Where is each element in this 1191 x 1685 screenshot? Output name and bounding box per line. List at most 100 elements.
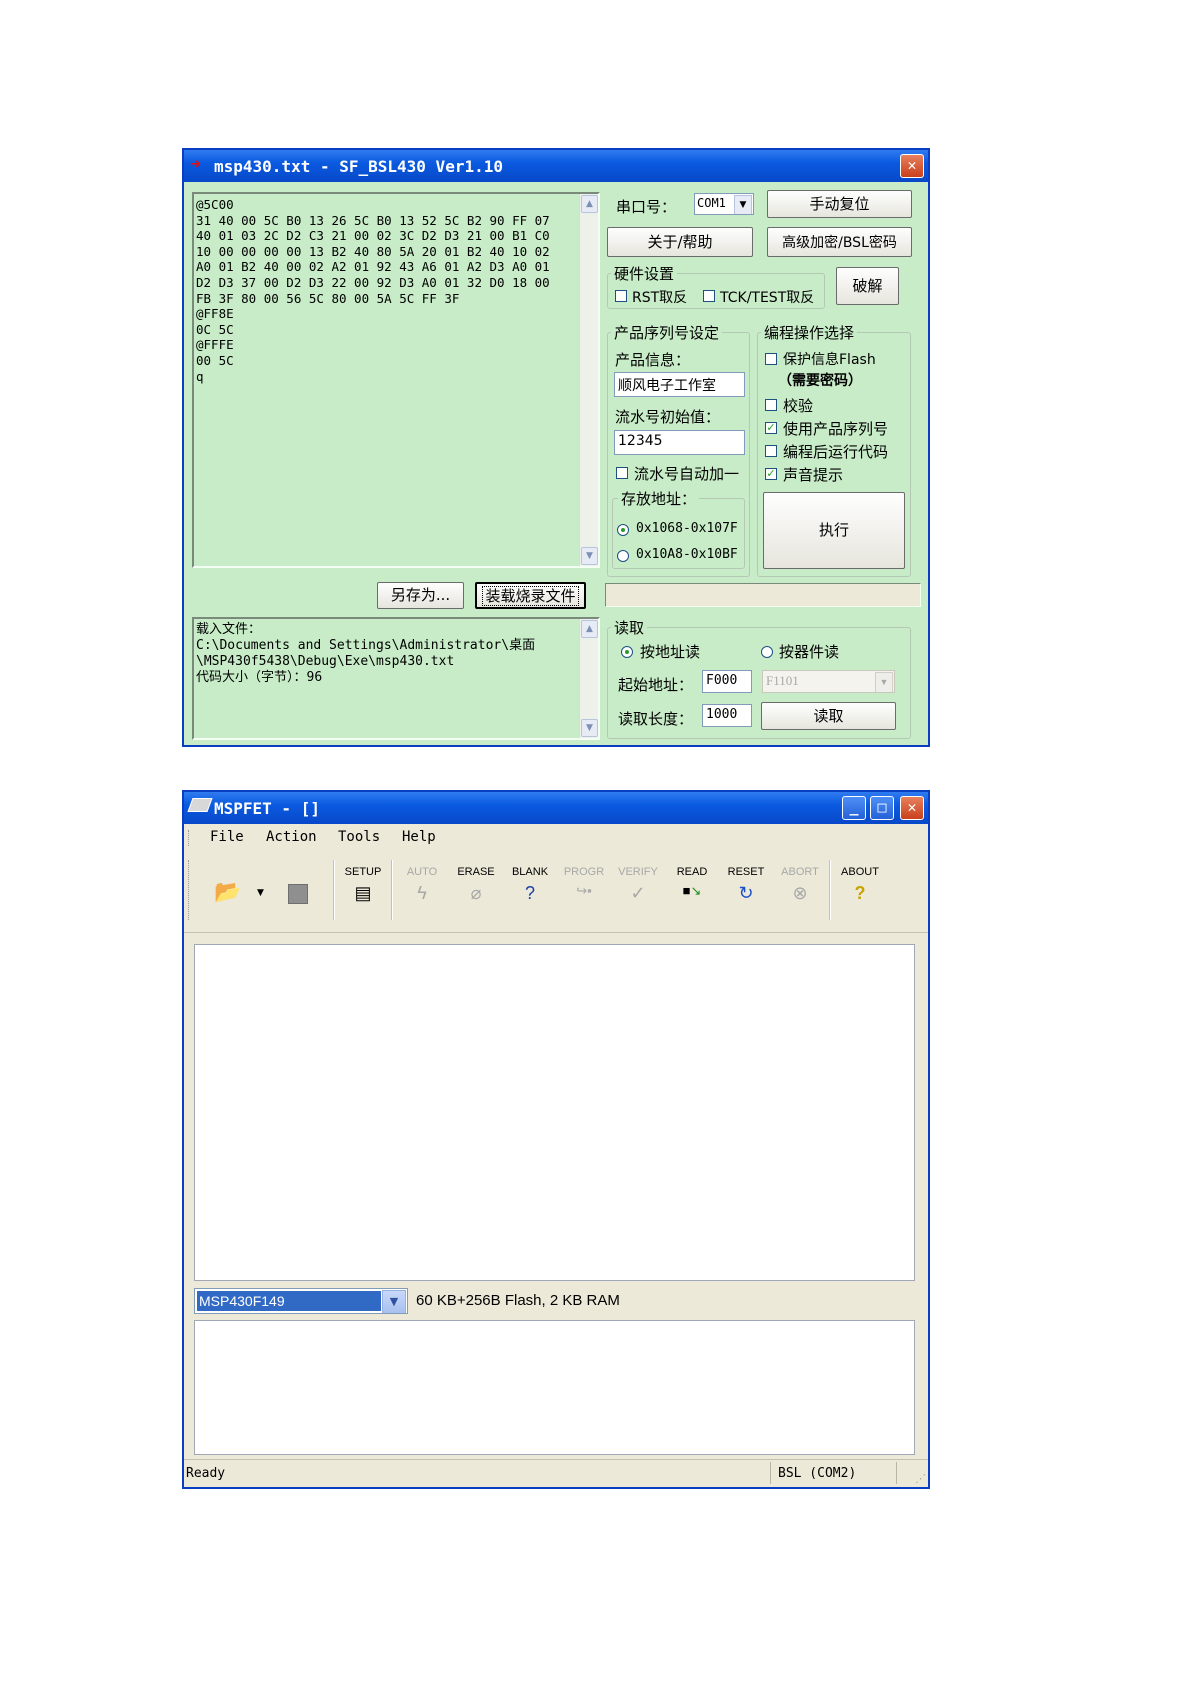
hex-scrollbar[interactable]: ▲ ▼ xyxy=(579,194,598,566)
checkmark-icon: ✓ xyxy=(630,883,646,903)
close-button[interactable]: ✕ xyxy=(900,154,924,178)
toolbar: 📂 ▼ SETUP ▤ AUTO ϟ ERASE ⌀ BLANK ? PROGR… xyxy=(184,852,928,933)
toolbar-separator xyxy=(333,860,335,920)
serial-start-input[interactable]: 12345 xyxy=(614,430,745,455)
maximize-button[interactable]: □ xyxy=(870,796,894,820)
verify-checkbox[interactable] xyxy=(765,399,777,411)
program-icon: ↪▪ xyxy=(576,883,592,898)
save-disk-icon[interactable] xyxy=(288,884,308,904)
toolbar-separator xyxy=(829,860,831,920)
menu-file[interactable]: File xyxy=(210,829,244,845)
hex-line: @FFFE xyxy=(196,337,234,353)
need-password-label: （需要密码） xyxy=(778,373,862,389)
about-help-button[interactable]: 关于/帮助 xyxy=(607,227,753,257)
help-question-icon: ? xyxy=(854,883,866,903)
chevron-down-icon[interactable]: ▼ xyxy=(734,195,752,214)
close-button[interactable]: ✕ xyxy=(900,796,924,820)
resize-grip-icon[interactable]: ⋰ xyxy=(915,1472,926,1485)
about-button[interactable]: ABOUT ? xyxy=(835,852,885,905)
load-file-button[interactable]: 装载烧录文件 xyxy=(475,582,586,609)
hex-line: 0C 5C xyxy=(196,321,234,337)
status-connection: BSL (COM2) xyxy=(778,1466,857,1481)
minimize-button[interactable]: _ xyxy=(842,796,866,820)
menu-action[interactable]: Action xyxy=(266,829,317,845)
menu-tools[interactable]: Tools xyxy=(338,829,380,845)
device-select: F1101 ▼ xyxy=(762,670,895,693)
store-address-legend: 存放地址： xyxy=(618,488,700,509)
menu-help[interactable]: Help xyxy=(402,829,436,845)
status-bar: Ready BSL (COM2) ⋰ xyxy=(184,1459,928,1487)
execute-button[interactable]: 执行 xyxy=(763,492,905,569)
read-by-address-radio[interactable] xyxy=(621,646,633,658)
blank-button[interactable]: BLANK ? xyxy=(505,852,555,905)
port-select[interactable]: COM1 ▼ xyxy=(694,193,754,215)
abort-button[interactable]: ABORT ⊗ xyxy=(775,852,825,905)
scroll-up-icon[interactable]: ▲ xyxy=(581,195,598,213)
advanced-encrypt-button[interactable]: 高级加密/BSL密码 xyxy=(767,227,912,257)
tck-invert-checkbox[interactable] xyxy=(703,290,715,302)
port-label: 串口号： xyxy=(616,198,677,216)
product-info-label: 产品信息： xyxy=(615,351,691,369)
lightning-icon: ϟ xyxy=(417,883,427,903)
save-as-button[interactable]: 另存为... xyxy=(377,582,464,609)
menu-bar: File Action Tools Help xyxy=(184,824,928,852)
log-scrollbar[interactable]: ▲ ▼ xyxy=(579,619,598,738)
read-length-input[interactable]: 1000 xyxy=(702,704,752,727)
setup-button[interactable]: SETUP ▤ xyxy=(338,852,388,905)
status-strip xyxy=(605,583,921,607)
app-arrow-icon: ➜ xyxy=(190,154,201,175)
bsl-titlebar[interactable]: ➜ msp430.txt - SF_BSL430 Ver1.10 ✕ xyxy=(184,150,928,182)
product-info-input[interactable]: 顺风电子工作室 xyxy=(614,372,745,397)
read-button[interactable]: 读取 xyxy=(761,702,896,730)
rst-invert-checkbox[interactable] xyxy=(615,290,627,302)
log-pane[interactable] xyxy=(194,1320,915,1455)
scroll-down-icon[interactable]: ▼ xyxy=(581,547,598,565)
refresh-icon: ↻ xyxy=(738,883,754,903)
sound-checkbox[interactable]: ✓ xyxy=(765,468,777,480)
scroll-up-icon[interactable]: ▲ xyxy=(581,620,598,638)
manual-reset-button[interactable]: 手动复位 xyxy=(767,190,912,218)
mspfet-titlebar[interactable]: MSPFET - [] _ □ ✕ xyxy=(184,792,928,824)
log-line: C:\Documents and Settings\Administrator\… xyxy=(196,638,536,653)
chip-icon xyxy=(187,798,213,812)
status-divider xyxy=(896,1462,897,1484)
crack-button[interactable]: 破解 xyxy=(836,267,899,305)
read-length-label: 读取长度： xyxy=(618,710,694,728)
mspfet-window: MSPFET - [] _ □ ✕ File Action Tools Help… xyxy=(182,790,930,1489)
setup-icon: ▤ xyxy=(354,883,372,903)
program-button[interactable]: PROGR ↪▪ xyxy=(559,852,609,905)
eraser-icon: ⌀ xyxy=(470,883,482,903)
hex-line: 00 5C xyxy=(196,352,234,368)
open-folder-icon[interactable]: 📂 xyxy=(214,880,241,905)
reset-button[interactable]: RESET ↻ xyxy=(721,852,771,905)
address-option-1-radio[interactable] xyxy=(617,524,629,536)
chevron-down-icon[interactable]: ▼ xyxy=(382,1290,406,1313)
use-serial-checkbox[interactable]: ✓ xyxy=(765,422,777,434)
auto-button[interactable]: AUTO ϟ xyxy=(397,852,447,905)
start-address-input[interactable]: F000 xyxy=(702,670,752,693)
address-option-2-radio[interactable] xyxy=(617,550,629,562)
hex-content-textarea[interactable]: @5C00 31 40 00 5C B0 13 26 5C B0 13 52 5C… xyxy=(192,192,600,568)
hex-line: 31 40 00 5C B0 13 26 5C B0 13 52 5C B2 9… xyxy=(196,212,550,228)
open-dropdown-icon[interactable]: ▼ xyxy=(257,888,264,898)
protect-flash-checkbox[interactable] xyxy=(765,353,777,365)
scroll-down-icon[interactable]: ▼ xyxy=(581,719,598,737)
device-select[interactable]: MSP430F149 ▼ xyxy=(194,1288,408,1314)
toolbar-grip xyxy=(188,860,191,920)
run-after-checkbox[interactable] xyxy=(765,445,777,457)
hex-line: @FF8E xyxy=(196,306,234,322)
log-line: \MSP430f5438\Debug\Exe\msp430.txt xyxy=(196,654,455,669)
use-serial-label: 使用产品序列号 xyxy=(783,420,889,438)
erase-button[interactable]: ERASE ⌀ xyxy=(451,852,501,905)
log-textarea[interactable]: 载入文件： C:\Documents and Settings\Administr… xyxy=(192,617,600,740)
run-after-label: 编程后运行代码 xyxy=(783,443,889,461)
read-by-device-radio[interactable] xyxy=(761,646,773,658)
read-button[interactable]: READ ■↘ xyxy=(667,852,717,905)
serial-auto-inc-checkbox[interactable] xyxy=(616,467,628,479)
read-legend: 读取 xyxy=(611,617,648,638)
menu-grip xyxy=(188,830,191,846)
verify-button[interactable]: VERIFY ✓ xyxy=(613,852,663,905)
program-options-legend: 编程操作选择 xyxy=(761,322,858,343)
address-option-1-label: 0x1068-0x107F xyxy=(636,521,738,536)
output-pane[interactable] xyxy=(194,944,915,1281)
